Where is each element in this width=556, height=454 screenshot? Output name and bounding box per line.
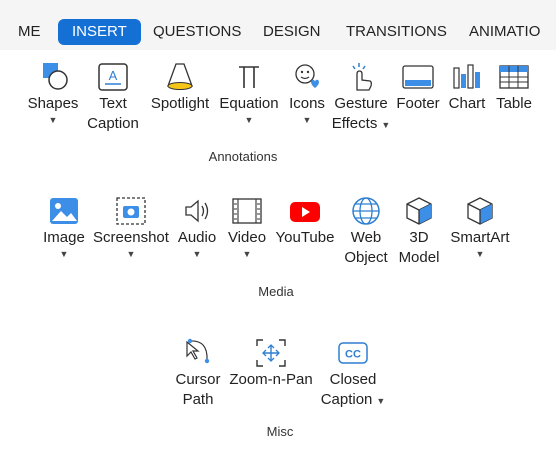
icons-label: Icons bbox=[289, 95, 325, 112]
video-button[interactable]: Video ▼ bbox=[224, 194, 270, 260]
tab-animations[interactable]: ANIMATIO bbox=[469, 19, 540, 45]
shapes-button[interactable]: Shapes ▼ bbox=[22, 60, 84, 126]
screenshot-dropdown-caret[interactable]: ▼ bbox=[92, 248, 170, 260]
cursor-path-label-2: Path bbox=[182, 391, 214, 408]
text-caption-label-2: Caption bbox=[87, 115, 139, 132]
equation-button[interactable]: Equation ▼ bbox=[216, 60, 282, 126]
svg-text:A: A bbox=[109, 68, 118, 83]
svg-text:CC: CC bbox=[345, 349, 361, 361]
zoom-n-pan-button[interactable]: Zoom-n-Pan bbox=[226, 336, 316, 390]
footer-button[interactable]: Footer bbox=[395, 60, 441, 114]
chart-label: Chart bbox=[448, 95, 486, 112]
video-icon bbox=[232, 198, 262, 224]
closed-caption-label-2: Caption ▼ bbox=[320, 391, 386, 408]
shapes-dropdown-caret[interactable]: ▼ bbox=[22, 114, 84, 126]
closed-caption-button[interactable]: CC Closed Caption ▼ bbox=[316, 336, 390, 410]
text-caption-button[interactable]: A Text Caption bbox=[86, 60, 140, 134]
video-dropdown-caret[interactable]: ▼ bbox=[224, 248, 270, 260]
footer-label: Footer bbox=[396, 95, 440, 112]
icons-icon bbox=[295, 64, 319, 88]
spotlight-button[interactable]: Spotlight bbox=[144, 60, 216, 114]
chart-button[interactable]: Chart bbox=[446, 60, 488, 114]
text-caption-icon: A bbox=[98, 63, 128, 91]
gesture-effects-label-2: Effects ▼ bbox=[331, 115, 391, 132]
smartart-dropdown-caret[interactable]: ▼ bbox=[446, 248, 514, 260]
tab-transitions[interactable]: TRANSITIONS bbox=[346, 19, 447, 45]
gesture-effects-dropdown-caret[interactable]: ▼ bbox=[381, 120, 390, 130]
zoom-n-pan-icon bbox=[256, 339, 286, 367]
closed-caption-icon: CC bbox=[338, 342, 368, 364]
image-label: Image bbox=[43, 229, 85, 246]
smartart-icon bbox=[467, 197, 493, 225]
3d-model-icon bbox=[406, 197, 432, 225]
closed-caption-dropdown-caret[interactable]: ▼ bbox=[376, 396, 385, 406]
cursor-path-label-1: Cursor bbox=[175, 371, 221, 388]
gesture-icon bbox=[352, 63, 372, 91]
misc-group-label: Misc bbox=[266, 424, 294, 439]
equation-dropdown-caret[interactable]: ▼ bbox=[216, 114, 282, 126]
web-object-label-1: Web bbox=[350, 229, 382, 246]
tab-insert[interactable]: INSERT bbox=[58, 19, 141, 45]
shapes-label: Shapes bbox=[27, 95, 79, 112]
table-icon bbox=[499, 65, 529, 89]
tab-design[interactable]: DESIGN bbox=[263, 19, 321, 45]
spotlight-label: Spotlight bbox=[150, 95, 210, 112]
audio-icon bbox=[185, 199, 209, 223]
web-object-label-2: Object bbox=[344, 249, 388, 266]
youtube-button[interactable]: YouTube bbox=[274, 194, 336, 248]
tab-home[interactable]: ME bbox=[18, 19, 41, 45]
3d-model-button[interactable]: 3D Model bbox=[396, 194, 442, 268]
gesture-effects-button[interactable]: Gesture Effects ▼ bbox=[330, 60, 392, 134]
equation-icon bbox=[239, 66, 259, 88]
image-button[interactable]: Image ▼ bbox=[38, 194, 90, 260]
table-button[interactable]: Table bbox=[492, 60, 536, 114]
annotations-group-label: Annotations bbox=[208, 149, 278, 164]
zoom-n-pan-label: Zoom-n-Pan bbox=[229, 371, 313, 388]
youtube-label: YouTube bbox=[275, 229, 335, 246]
icons-button[interactable]: Icons ▼ bbox=[286, 60, 328, 126]
equation-label: Equation bbox=[219, 95, 279, 112]
audio-label: Audio bbox=[177, 229, 217, 246]
3d-model-label-1: 3D bbox=[409, 229, 429, 246]
cursor-path-icon bbox=[186, 338, 210, 364]
shapes-icon bbox=[43, 63, 68, 90]
spotlight-icon bbox=[167, 63, 193, 90]
smartart-button[interactable]: SmartArt ▼ bbox=[446, 194, 514, 260]
tab-questions[interactable]: QUESTIONS bbox=[153, 19, 241, 45]
web-object-icon bbox=[352, 197, 380, 225]
chart-icon bbox=[453, 64, 480, 89]
3d-model-label-2: Model bbox=[398, 249, 440, 266]
video-label: Video bbox=[227, 229, 267, 246]
smartart-label: SmartArt bbox=[450, 229, 510, 246]
media-group-label: Media bbox=[258, 284, 294, 299]
gesture-effects-label-1: Gesture bbox=[334, 95, 388, 112]
image-icon bbox=[50, 198, 78, 224]
web-object-button[interactable]: Web Object bbox=[340, 194, 392, 268]
screenshot-label: Screenshot bbox=[93, 229, 169, 246]
text-caption-label-1: Text bbox=[99, 95, 127, 112]
screenshot-icon bbox=[116, 197, 146, 225]
table-label: Table bbox=[496, 95, 532, 112]
youtube-icon bbox=[290, 202, 320, 222]
audio-dropdown-caret[interactable]: ▼ bbox=[174, 248, 220, 260]
cursor-path-button[interactable]: Cursor Path bbox=[172, 336, 224, 410]
icons-dropdown-caret[interactable]: ▼ bbox=[286, 114, 328, 126]
screenshot-button[interactable]: Screenshot ▼ bbox=[92, 194, 170, 260]
image-dropdown-caret[interactable]: ▼ bbox=[38, 248, 90, 260]
ribbon-tab-bar: ME INSERT QUESTIONS DESIGN TRANSITIONS A… bbox=[0, 0, 556, 50]
audio-button[interactable]: Audio ▼ bbox=[174, 194, 220, 260]
footer-icon bbox=[402, 65, 434, 89]
closed-caption-label-1: Closed bbox=[329, 371, 377, 388]
